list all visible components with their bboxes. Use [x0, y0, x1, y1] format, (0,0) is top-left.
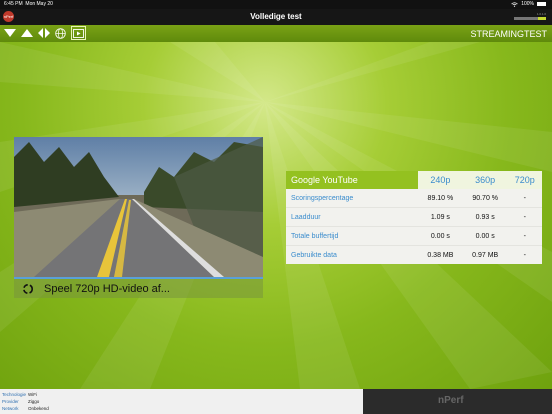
brand-logo: nPerf	[438, 395, 464, 406]
resolution-header: 720p	[507, 171, 542, 189]
tab-latency[interactable]	[36, 26, 51, 40]
wifi-icon	[511, 1, 518, 7]
status-right: 100%	[511, 1, 546, 7]
video-status-bar: Speel 720p HD-video af...	[14, 277, 263, 298]
result-value: -	[507, 189, 542, 207]
section-label: STREAMINGTEST	[470, 29, 547, 39]
info-value: Onbekend	[28, 406, 49, 411]
info-row: Network Onbekend	[2, 406, 363, 413]
result-value: 0.93 s	[462, 208, 508, 226]
row-label: Scoringspercentage	[286, 189, 418, 207]
status-time: 6:45 PM Mon May 20	[4, 1, 53, 7]
row-label: Gebruikte data	[286, 246, 418, 264]
globe-icon	[55, 27, 66, 39]
result-value: -	[507, 246, 542, 264]
status-date-value: Mon May 20	[25, 1, 53, 7]
info-key: Technologie	[2, 392, 27, 397]
tab-browsing[interactable]	[53, 26, 68, 40]
connection-footer: Technologie WiFi Provider Ziggo Network …	[0, 389, 552, 414]
test-panel: Speel 720p HD-video af... Google YouTube…	[0, 42, 552, 389]
result-value: 0.00 s	[462, 227, 508, 245]
test-toolbar: STREAMINGTEST	[0, 25, 552, 42]
row-label: Totale buffertijd	[286, 227, 418, 245]
info-value: WiFi	[28, 392, 37, 397]
tab-streaming[interactable]	[71, 26, 86, 40]
latency-icon	[37, 28, 50, 38]
result-value: 0.00 s	[418, 227, 463, 245]
battery-icon	[537, 2, 546, 6]
brand-panel: nPerf	[363, 389, 552, 414]
version-label: 1.0.1.0	[536, 12, 546, 16]
streaming-icon	[73, 28, 84, 38]
result-value: -	[507, 208, 542, 226]
tab-download[interactable]	[2, 26, 17, 40]
signal-indicator: 1.0.1.0	[514, 12, 546, 20]
video-thumbnail	[14, 137, 263, 277]
table-row: Totale buffertijd 0.00 s 0.00 s -	[286, 227, 542, 245]
result-value: 0.38 MB	[418, 246, 463, 264]
battery-percent: 100%	[521, 1, 534, 7]
upload-icon	[20, 28, 33, 37]
result-value: 89.10 %	[418, 189, 463, 207]
result-value: 90.70 %	[462, 189, 508, 207]
info-row: Provider Ziggo	[2, 399, 363, 406]
status-bar: 6:45 PM Mon May 20 100%	[0, 0, 552, 9]
resolution-header: 240p	[418, 171, 463, 189]
info-key: Network	[2, 406, 19, 411]
info-value: Ziggo	[28, 399, 40, 404]
info-key: Provider	[2, 399, 19, 404]
resolution-header: 360p	[462, 171, 508, 189]
video-status-label: Speel 720p HD-video af...	[44, 282, 170, 295]
row-label: Laadduur	[286, 208, 418, 226]
status-time-value: 6:45 PM	[4, 1, 23, 7]
loading-spinner-icon	[23, 283, 33, 294]
tab-upload[interactable]	[19, 26, 34, 40]
signal-bar	[514, 17, 546, 20]
result-value: -	[507, 227, 542, 245]
provider-header: Google YouTube	[286, 171, 418, 189]
table-row: Laadduur 1.09 s 0.93 s -	[286, 208, 542, 226]
streaming-results-table: Google YouTube 240p 360p 720p Scoringspe…	[286, 171, 542, 264]
page-title: Volledige test	[250, 12, 302, 21]
result-value: 1.09 s	[418, 208, 463, 226]
connection-info: Technologie WiFi Provider Ziggo Network …	[0, 389, 363, 414]
download-icon	[3, 28, 16, 37]
table-row: Gebruikte data 0.38 MB 0.97 MB -	[286, 246, 542, 264]
result-value: 0.97 MB	[462, 246, 508, 264]
info-row: Technologie WiFi	[2, 392, 363, 399]
app-title-bar: nPerf Volledige test 1.0.1.0	[0, 9, 552, 25]
table-row: Scoringspercentage 89.10 % 90.70 % -	[286, 189, 542, 207]
video-player[interactable]	[14, 137, 263, 277]
